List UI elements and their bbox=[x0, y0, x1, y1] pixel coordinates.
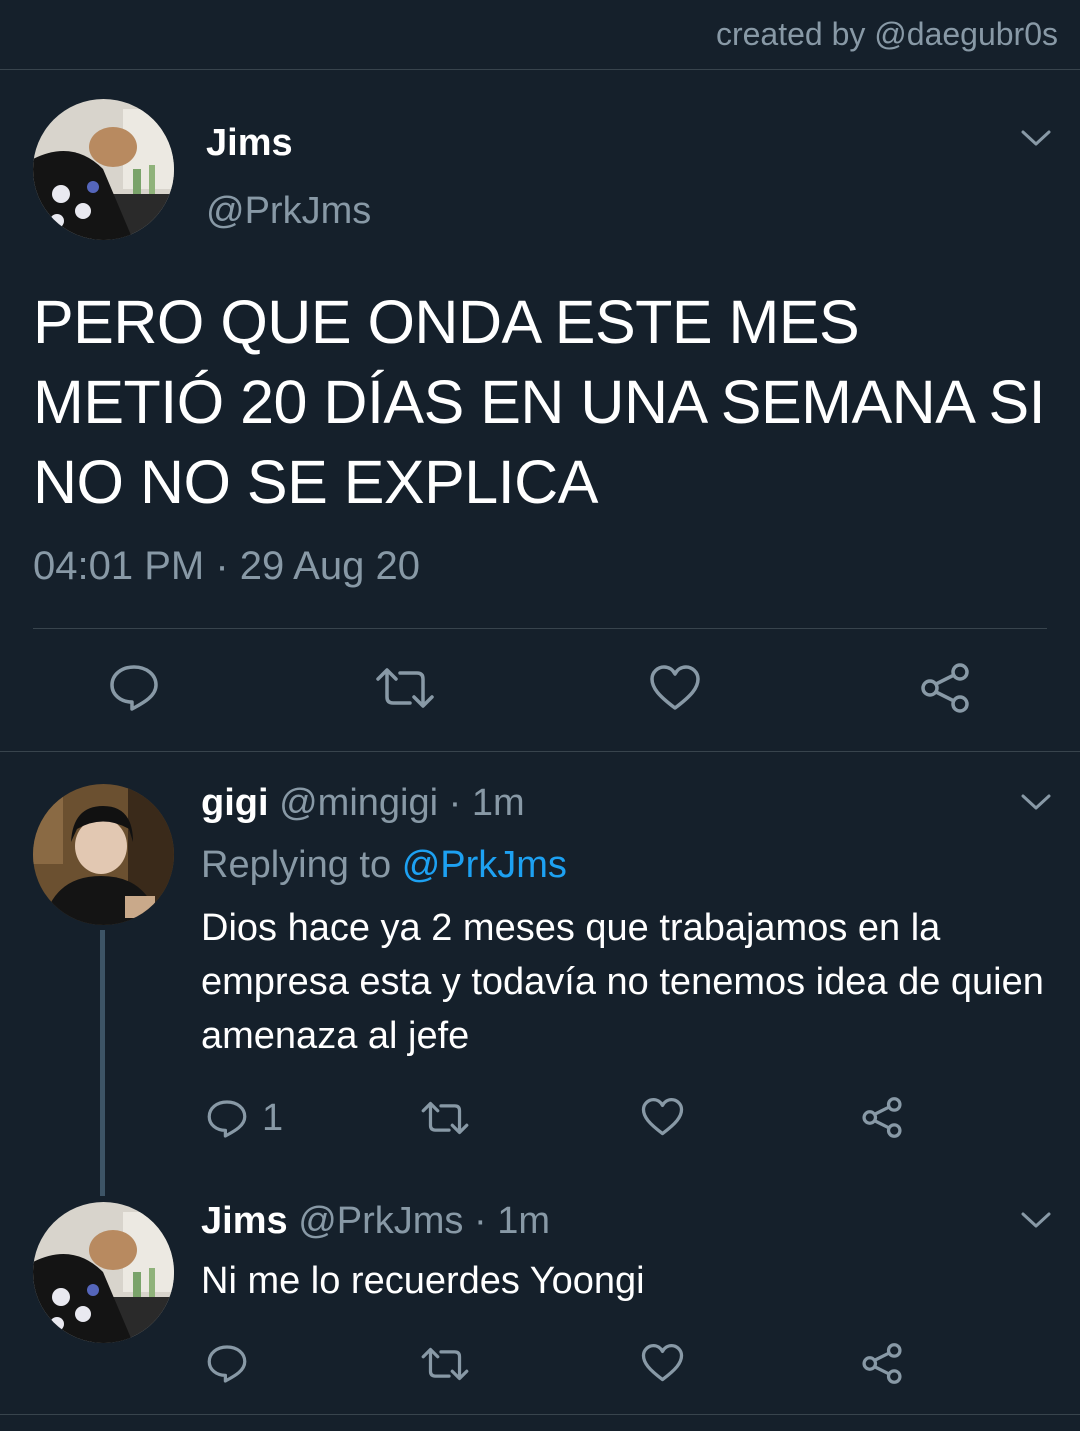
share-icon bbox=[862, 1097, 902, 1138]
retweet-button[interactable] bbox=[374, 665, 436, 711]
reply-author-name[interactable]: gigi bbox=[201, 782, 269, 824]
tweet-divider bbox=[33, 628, 1047, 629]
avatar-jims[interactable] bbox=[33, 1202, 174, 1343]
header-divider bbox=[0, 69, 1080, 70]
like-icon bbox=[650, 665, 700, 710]
share-icon bbox=[921, 663, 969, 713]
retweet-icon bbox=[421, 1347, 469, 1381]
avatar-gigi[interactable] bbox=[33, 784, 174, 925]
reply-button[interactable] bbox=[206, 1343, 248, 1385]
section-divider bbox=[0, 751, 1080, 752]
author-name[interactable]: Jims bbox=[206, 122, 293, 165]
like-icon bbox=[641, 1343, 684, 1382]
avatar-jims[interactable] bbox=[33, 99, 174, 240]
like-button[interactable] bbox=[649, 664, 701, 712]
retweet-icon bbox=[376, 668, 434, 708]
share-button[interactable] bbox=[860, 1096, 904, 1139]
replying-to-label: Replying to bbox=[201, 844, 392, 886]
share-button[interactable] bbox=[918, 662, 972, 714]
like-button[interactable] bbox=[641, 1343, 684, 1383]
like-button[interactable] bbox=[641, 1097, 684, 1137]
reply-time[interactable]: · 1m bbox=[474, 1200, 550, 1242]
chevron-down-icon[interactable] bbox=[1019, 128, 1053, 148]
reply-text: Dios hace ya 2 meses que trabajamos en l… bbox=[201, 907, 1044, 1057]
reply-button[interactable] bbox=[108, 663, 160, 713]
reply-time[interactable]: · 1m bbox=[449, 782, 525, 824]
reply-count: 1 bbox=[262, 1097, 284, 1139]
like-icon bbox=[641, 1097, 684, 1136]
chevron-down-icon[interactable] bbox=[1019, 1210, 1053, 1230]
reply-author-handle[interactable]: @PrkJms bbox=[298, 1200, 463, 1242]
replying-to: Replying to @PrkJms bbox=[201, 844, 567, 887]
tweet-timestamp[interactable]: 04:01 PM · 29 Aug 20 bbox=[33, 544, 420, 589]
replying-to-handle[interactable]: @PrkJms bbox=[402, 844, 567, 886]
tweet-text: PERO QUE ONDA ESTE MES METIÓ 20 DÍAS EN … bbox=[33, 288, 1046, 516]
reply-header: gigi @mingigi · 1m bbox=[201, 782, 525, 825]
chevron-down-icon[interactable] bbox=[1019, 792, 1053, 812]
reply-icon bbox=[207, 1099, 247, 1138]
reply-text: Ni me lo recuerdes Yoongi bbox=[201, 1260, 645, 1302]
reply-icon bbox=[207, 1345, 247, 1383]
reply-icon bbox=[110, 665, 158, 711]
author-handle[interactable]: @PrkJms bbox=[206, 190, 371, 233]
retweet-button[interactable] bbox=[420, 1099, 470, 1137]
reply-header: Jims @PrkJms · 1m bbox=[201, 1200, 550, 1243]
reply-author-handle[interactable]: @mingigi bbox=[279, 782, 438, 824]
reply-button[interactable]: 1 bbox=[206, 1097, 283, 1140]
thread-line bbox=[100, 930, 105, 1196]
share-icon bbox=[862, 1343, 902, 1384]
credit-text: created by @daegubr0s bbox=[715, 16, 1058, 52]
retweet-button[interactable] bbox=[420, 1345, 470, 1383]
reply-author-name[interactable]: Jims bbox=[201, 1200, 288, 1242]
retweet-icon bbox=[421, 1101, 469, 1135]
share-button[interactable] bbox=[860, 1342, 904, 1385]
bottom-divider bbox=[0, 1414, 1080, 1415]
